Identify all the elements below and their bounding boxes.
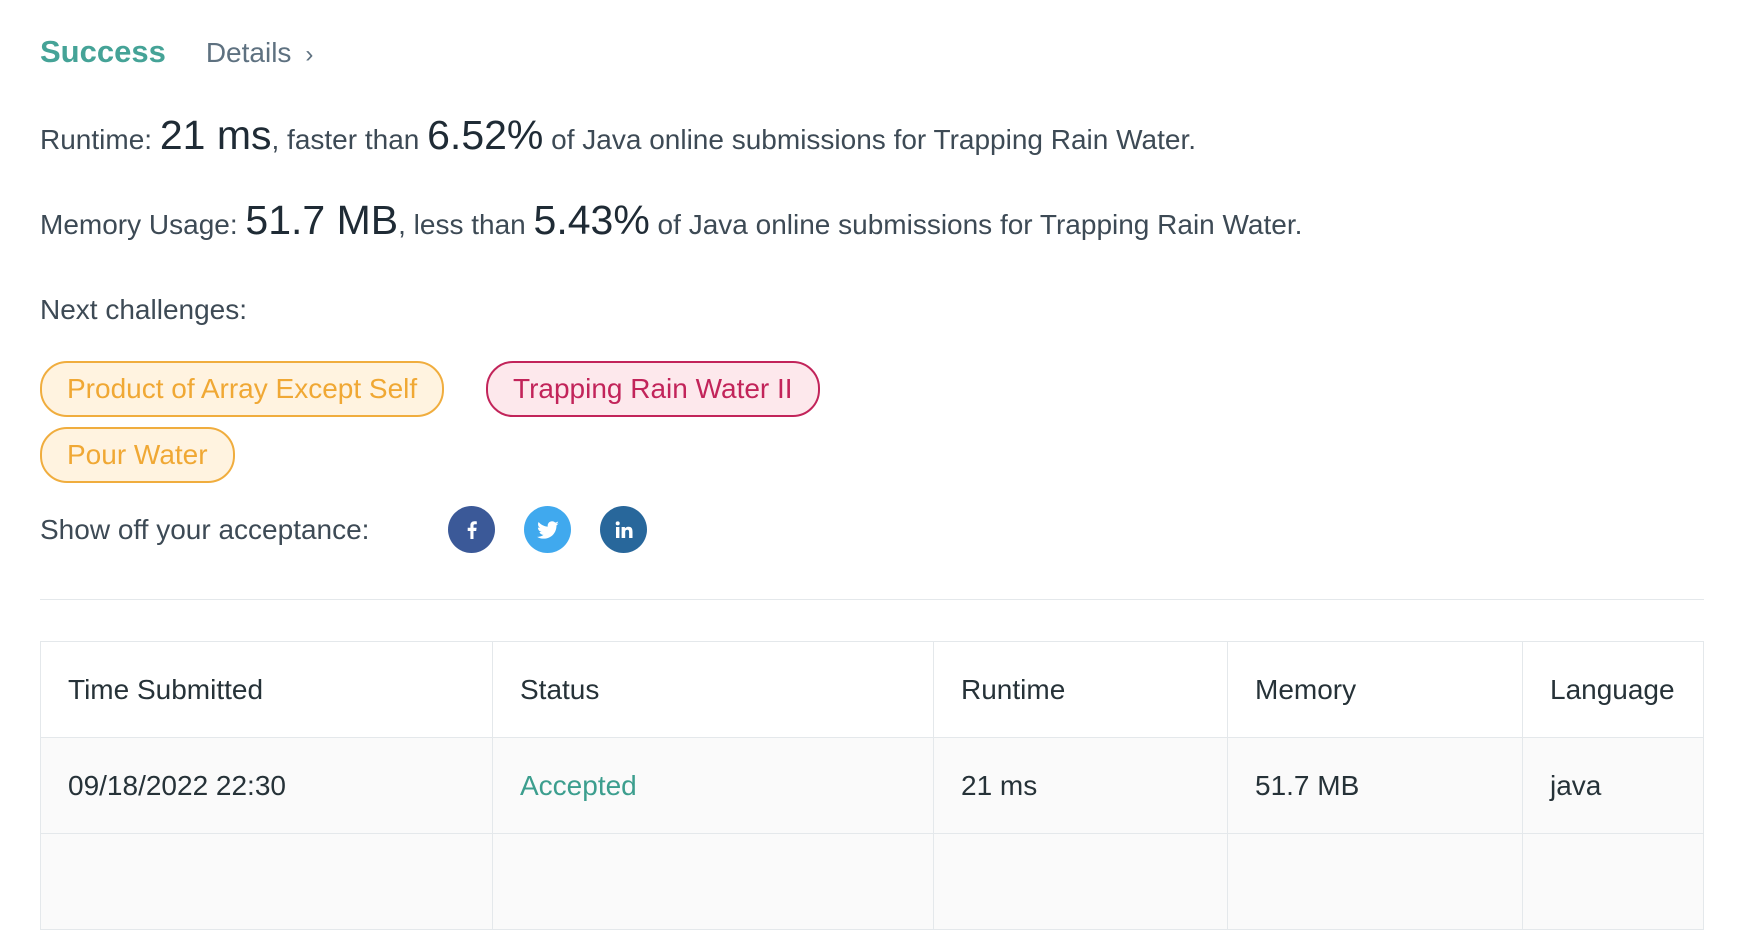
- runtime-percent: 6.52%: [427, 112, 544, 158]
- cell-language: java: [1522, 737, 1704, 834]
- column-time-submitted: Time Submitted: [40, 641, 493, 738]
- cell-empty: [40, 833, 493, 930]
- challenge-product-of-array-except-self[interactable]: Product of Array Except Self: [40, 361, 445, 417]
- column-memory: Memory: [1227, 641, 1523, 738]
- challenge-trapping-rain-water-ii[interactable]: Trapping Rain Water II: [486, 361, 820, 417]
- linkedin-glyph: [615, 520, 632, 538]
- details-link[interactable]: Details ›: [206, 37, 314, 69]
- cell-status: Accepted: [492, 737, 934, 834]
- memory-connector: , less than: [398, 209, 534, 240]
- result-status: Success: [40, 34, 166, 69]
- memory-value: 51.7 MB: [245, 197, 399, 243]
- cell-empty: [933, 833, 1228, 930]
- column-runtime: Runtime: [933, 641, 1228, 738]
- submissions-table: Time Submitted Status Runtime Memory Lan…: [40, 641, 1704, 930]
- memory-suffix: of Java online submissions for Trapping …: [649, 209, 1303, 240]
- runtime-label: Runtime:: [40, 124, 160, 155]
- runtime-value: 21 ms: [159, 112, 272, 158]
- next-challenges-label: Next challenges:: [40, 294, 248, 325]
- table-row: [40, 833, 1704, 930]
- section-divider: [40, 599, 1704, 600]
- table-header-row: Time Submitted Status Runtime Memory Lan…: [40, 641, 1704, 738]
- cell-time-submitted: 09/18/2022 22:30: [40, 737, 493, 834]
- table-row: 09/18/2022 22:30 Accepted 21 ms 51.7 MB …: [40, 737, 1704, 834]
- status-accepted-link[interactable]: Accepted: [520, 770, 637, 801]
- cell-empty: [1227, 833, 1523, 930]
- memory-summary: Memory Usage: 51.7 MB, less than 5.43% o…: [40, 197, 1302, 244]
- result-header: Success Details ›: [40, 34, 313, 70]
- memory-label: Memory Usage:: [40, 209, 246, 240]
- facebook-icon[interactable]: [448, 506, 495, 553]
- challenge-pour-water[interactable]: Pour Water: [40, 427, 235, 483]
- facebook-glyph: [467, 520, 477, 539]
- twitter-icon[interactable]: [524, 506, 571, 553]
- cell-runtime: 21 ms: [933, 737, 1228, 834]
- chevron-right-icon: ›: [305, 41, 314, 68]
- cell-empty: [1522, 833, 1704, 930]
- cell-memory: 51.7 MB: [1227, 737, 1523, 834]
- column-status: Status: [492, 641, 934, 738]
- cell-empty: [492, 833, 934, 930]
- twitter-glyph: [536, 520, 559, 539]
- runtime-connector: , faster than: [271, 124, 428, 155]
- runtime-suffix: of Java online submissions for Trapping …: [543, 124, 1197, 155]
- details-label: Details: [205, 37, 292, 68]
- runtime-summary: Runtime: 21 ms, faster than 6.52% of Jav…: [40, 112, 1196, 159]
- linkedin-icon[interactable]: [600, 506, 647, 553]
- column-language: Language: [1522, 641, 1704, 738]
- share-label: Show off your acceptance:: [40, 514, 370, 545]
- memory-percent: 5.43%: [533, 197, 650, 243]
